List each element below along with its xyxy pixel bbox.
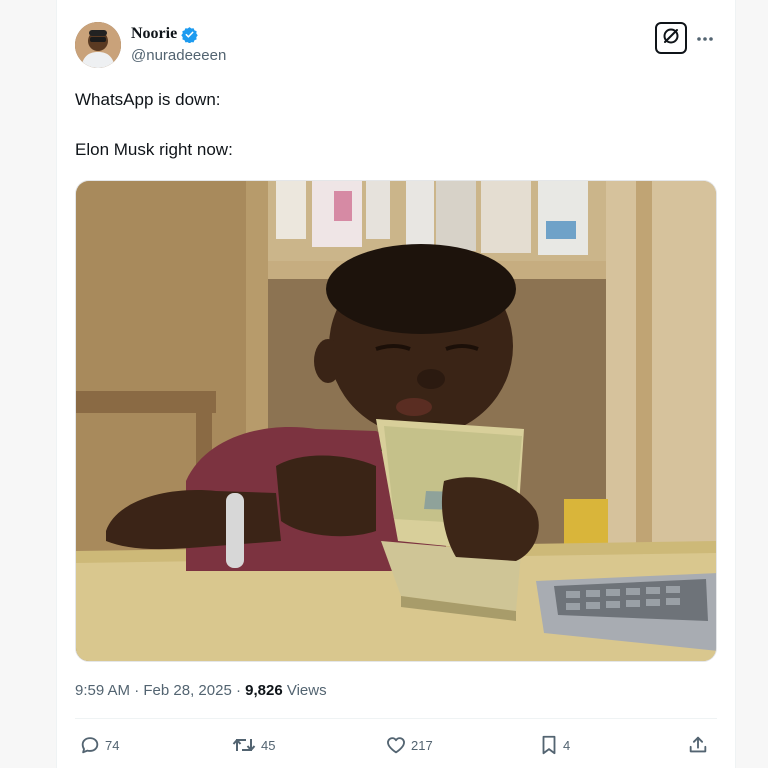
share-button[interactable] — [687, 734, 709, 756]
views-count[interactable]: 9,826 — [245, 682, 283, 699]
page: Noorie @nuradeeeen WhatsApp is down: Elo… — [0, 0, 768, 768]
tweet-date[interactable]: Feb 28, 2025 — [143, 682, 231, 699]
display-name-row: Noorie — [131, 24, 226, 44]
tweet-time[interactable]: 9:59 AM — [75, 682, 130, 699]
verified-badge-icon — [181, 26, 198, 43]
tweet-line-1: WhatsApp is down: — [75, 90, 221, 109]
bookmark-count: 4 — [563, 737, 571, 753]
grok-button[interactable] — [655, 22, 687, 54]
share-icon — [687, 734, 709, 756]
tweet-line-2: Elon Musk right now: — [75, 140, 233, 159]
tweet-metadata: 9:59 AM · Feb 28, 2025 · 9,826 Views — [75, 682, 327, 699]
avatar[interactable] — [75, 22, 121, 68]
user-block: Noorie @nuradeeeen — [131, 24, 226, 64]
reply-icon — [79, 734, 101, 756]
tweet-header: Noorie @nuradeeeen — [75, 20, 717, 72]
meta-separator: · — [130, 682, 144, 699]
like-button[interactable]: 217 — [385, 734, 433, 756]
views-label: Views — [282, 682, 327, 699]
tweet-card: Noorie @nuradeeeen WhatsApp is down: Elo… — [56, 0, 736, 768]
reply-button[interactable]: 74 — [79, 734, 119, 756]
more-options-button[interactable] — [693, 26, 717, 46]
repost-count: 45 — [261, 737, 276, 753]
reply-count: 74 — [105, 737, 120, 753]
tweet-text: WhatsApp is down: Elon Musk right now: — [75, 88, 715, 162]
display-name[interactable]: Noorie — [131, 25, 177, 43]
divider — [75, 718, 717, 719]
meta-separator: · — [231, 682, 246, 699]
heart-icon — [385, 734, 407, 756]
tweet-photo[interactable] — [75, 180, 717, 662]
more-icon — [696, 26, 714, 47]
bookmark-icon — [539, 734, 559, 756]
repost-icon — [231, 734, 257, 756]
grok-icon — [661, 26, 681, 51]
user-handle[interactable]: @nuradeeeen — [131, 47, 226, 64]
repost-button[interactable]: 45 — [231, 734, 275, 756]
action-bar: 74 45 217 4 — [75, 734, 717, 760]
like-count: 217 — [411, 737, 433, 753]
bookmark-button[interactable]: 4 — [539, 734, 570, 756]
